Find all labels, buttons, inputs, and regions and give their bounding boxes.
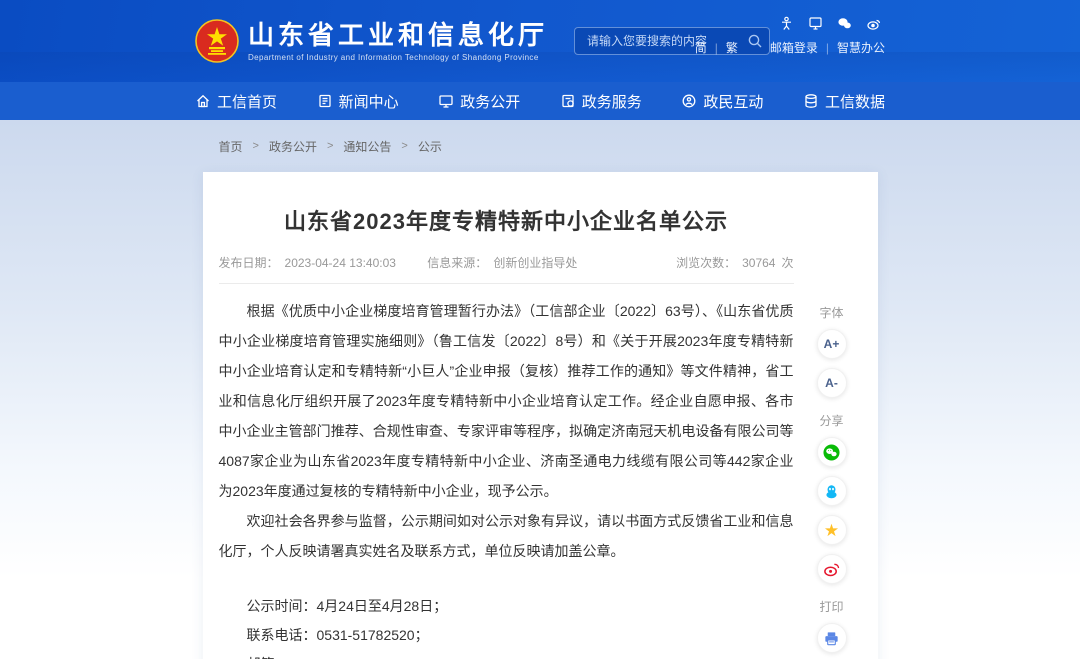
wechat-icon[interactable] xyxy=(837,16,852,31)
interaction-icon xyxy=(681,93,697,109)
info-source: 信息来源：创新创业指导处 xyxy=(427,256,583,270)
share-label: 分享 xyxy=(812,412,852,429)
lang-traditional-link[interactable]: 繁 xyxy=(726,39,738,56)
font-size-label: 字体 xyxy=(812,304,852,321)
nav-item-interaction[interactable]: 政民互动 xyxy=(681,91,763,112)
side-toolbar: 字体 A+ A- 分享 xyxy=(812,304,852,659)
share-weibo-button[interactable] xyxy=(817,554,847,584)
breadcrumb-separator: > xyxy=(401,140,407,152)
publish-date: 发布日期：2023-04-24 13:40:03 xyxy=(219,256,402,270)
site-header: 山东省工业和信息化厅 Department of Industry and In… xyxy=(0,0,1080,82)
site-subtitle: Department of Industry and Information T… xyxy=(248,53,548,62)
breadcrumb: 首页 > 政务公开 > 通知公告 > 公示 xyxy=(203,120,878,172)
publicity-period: 公示时间：4月24日至4月28日； xyxy=(219,592,794,621)
lang-simplified-link[interactable]: 简 xyxy=(695,39,707,56)
monitor-icon xyxy=(438,93,454,109)
qzone-star-icon: ★ xyxy=(824,522,839,539)
header-quick-links: 简 | 繁 邮箱登录 | 智慧办公 xyxy=(695,39,885,56)
breadcrumb-home[interactable]: 首页 xyxy=(219,138,243,155)
breadcrumb-separator: > xyxy=(253,140,259,152)
mail-login-link[interactable]: 邮箱登录 xyxy=(770,39,818,56)
header-utility-icons xyxy=(695,16,885,31)
site-brand[interactable]: 山东省工业和信息化厅 Department of Industry and In… xyxy=(195,19,548,63)
breadcrumb-gov-open[interactable]: 政务公开 xyxy=(269,138,317,155)
page: 山东省工业和信息化厅 Department of Industry and In… xyxy=(0,0,1080,659)
breadcrumb-separator: > xyxy=(327,140,333,152)
nav-item-news[interactable]: 新闻中心 xyxy=(317,91,399,112)
wechat-share-icon xyxy=(823,444,840,461)
weibo-share-icon xyxy=(823,561,840,578)
view-count: 浏览次数：30764次 xyxy=(670,254,793,271)
link-separator: | xyxy=(715,41,718,55)
paragraph: 欢迎社会各界参与监督，公示期间如对公示对象有异议，请以书面方式反馈省工业和信息化… xyxy=(219,506,794,566)
font-increase-button[interactable]: A+ xyxy=(817,329,847,359)
nav-label: 政民互动 xyxy=(703,91,763,112)
share-qzone-button[interactable]: ★ xyxy=(817,515,847,545)
qq-share-icon xyxy=(823,483,840,500)
weibo-icon[interactable] xyxy=(866,16,881,31)
nav-label: 工信数据 xyxy=(825,91,885,112)
link-separator: | xyxy=(826,41,829,55)
nav-item-data[interactable]: 工信数据 xyxy=(803,91,885,112)
mobile-icon[interactable] xyxy=(808,16,823,31)
article-title: 山东省2023年度专精特新中小企业名单公示 xyxy=(219,204,794,236)
print-button[interactable] xyxy=(817,623,847,653)
nav-item-gov-open[interactable]: 政务公开 xyxy=(438,91,520,112)
main-nav: 工信首页 新闻中心 政务公开 政务服务 xyxy=(0,82,1080,120)
database-icon xyxy=(803,93,819,109)
nav-item-gov-service[interactable]: 政务服务 xyxy=(560,91,642,112)
article-card: 山东省2023年度专精特新中小企业名单公示 发布日期：2023-04-24 13… xyxy=(203,172,878,659)
breadcrumb-notices[interactable]: 通知公告 xyxy=(343,138,391,155)
service-doc-icon xyxy=(560,93,576,109)
nav-label: 政务服务 xyxy=(582,91,642,112)
printer-icon xyxy=(823,630,840,647)
share-qq-button[interactable] xyxy=(817,476,847,506)
article-body: 根据《优质中小企业梯度培育管理暂行办法》（工信部企业〔2022〕63号）、《山东… xyxy=(219,296,794,566)
nav-item-home[interactable]: 工信首页 xyxy=(195,91,277,112)
print-label: 打印 xyxy=(812,598,852,615)
article-meta: 发布日期：2023-04-24 13:40:03 信息来源：创新创业指导处 浏览… xyxy=(219,254,794,284)
site-title: 山东省工业和信息化厅 xyxy=(248,20,548,50)
contact-phone: 联系电话：0531-51782520； xyxy=(219,621,794,650)
contact-email: 邮箱：cxcyzdc@shandong.cn。 xyxy=(219,650,794,659)
breadcrumb-current: 公示 xyxy=(418,138,442,155)
paragraph: 根据《优质中小企业梯度培育管理暂行办法》（工信部企业〔2022〕63号）、《山东… xyxy=(219,296,794,506)
accessibility-icon[interactable] xyxy=(779,16,794,31)
font-decrease-button[interactable]: A- xyxy=(817,368,847,398)
news-icon xyxy=(317,93,333,109)
nav-label: 政务公开 xyxy=(460,91,520,112)
nav-label: 新闻中心 xyxy=(339,91,399,112)
page-background: 首页 > 政务公开 > 通知公告 > 公示 山东省2023年度专精特新中小企业名… xyxy=(0,120,1080,659)
contact-block: 公示时间：4月24日至4月28日； 联系电话：0531-51782520； 邮箱… xyxy=(219,592,794,659)
smart-office-link[interactable]: 智慧办公 xyxy=(837,39,885,56)
nav-label: 工信首页 xyxy=(217,91,277,112)
share-wechat-button[interactable] xyxy=(817,437,847,467)
national-emblem-logo xyxy=(195,19,239,63)
home-icon xyxy=(195,93,211,109)
